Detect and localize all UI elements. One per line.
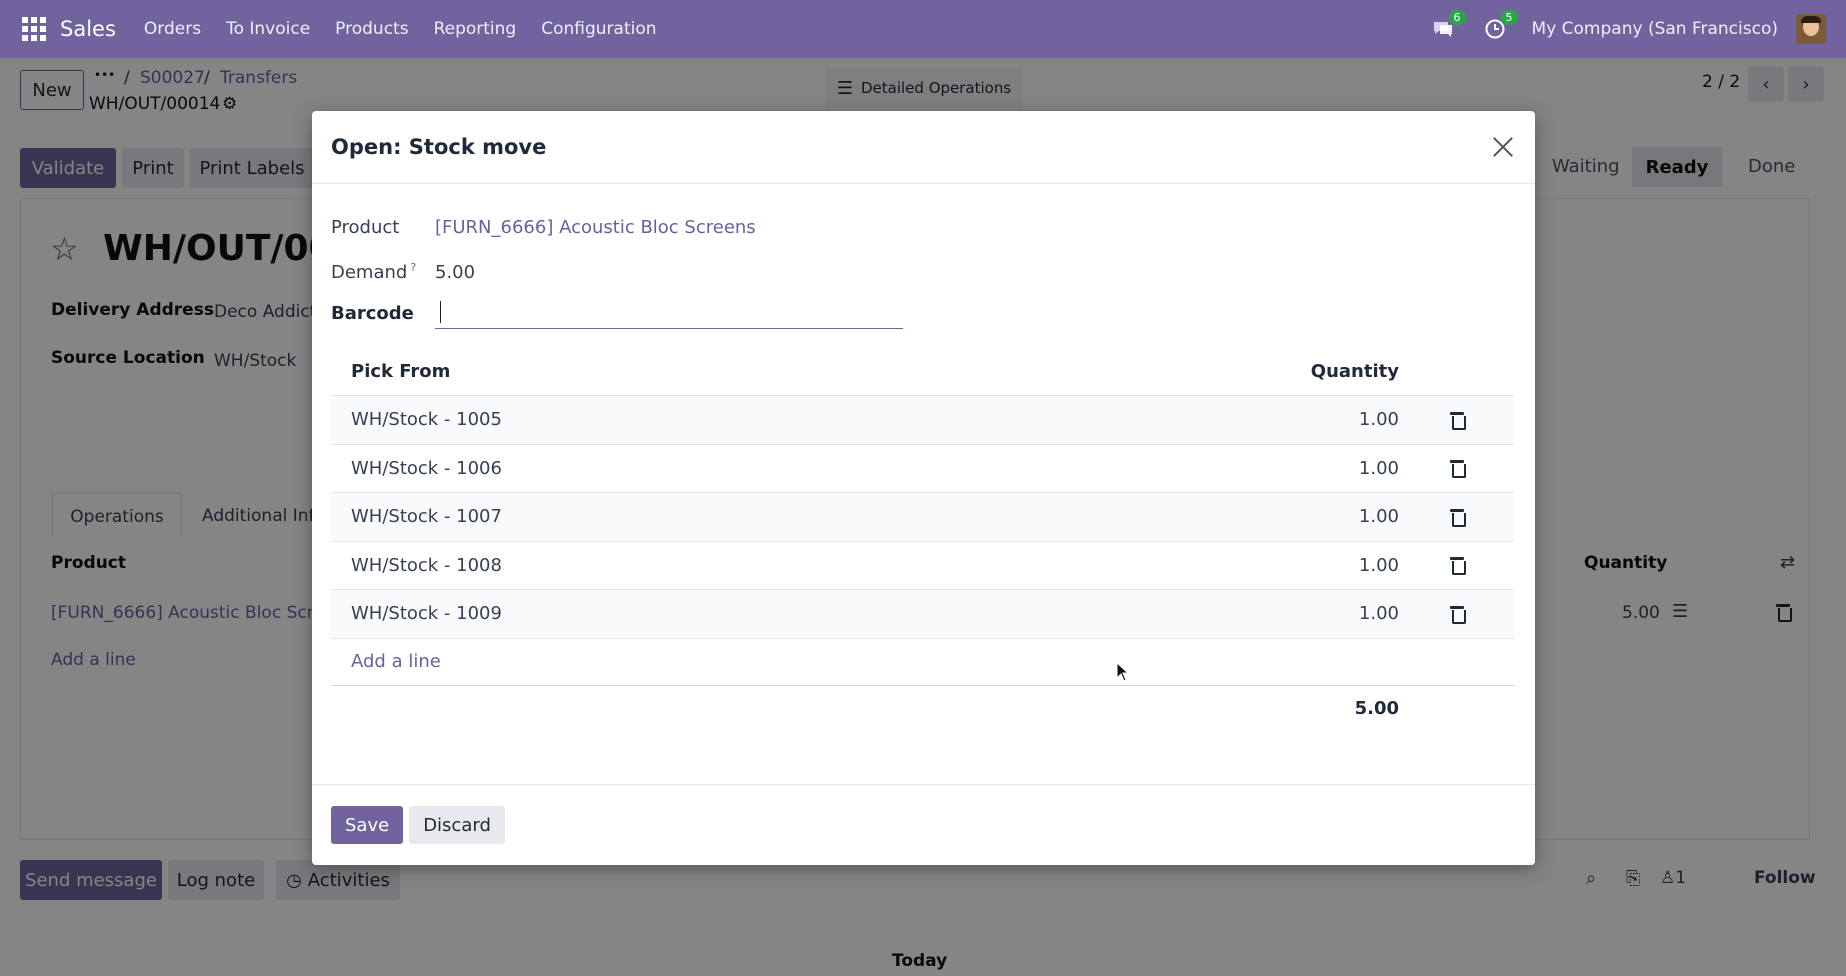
save-button[interactable]: Save <box>331 806 404 844</box>
product-label: Product <box>331 217 400 238</box>
dialog-footer: Save Discard <box>312 784 1535 865</box>
demand-value: 5.00 <box>435 261 476 283</box>
row-quantity[interactable]: 1.00 <box>1239 409 1399 430</box>
product-value[interactable]: [FURN_6666] Acoustic Bloc Screens <box>435 217 756 238</box>
row-quantity[interactable]: 1.00 <box>1239 506 1399 527</box>
trash-icon[interactable] <box>1449 557 1466 576</box>
table-header: Pick From Quantity <box>331 348 1514 396</box>
row-quantity[interactable]: 1.00 <box>1239 555 1399 576</box>
menu-products[interactable]: Products <box>335 19 408 39</box>
activities-badge: 5 <box>1500 10 1518 25</box>
col-pick-from[interactable]: Pick From <box>331 361 1239 382</box>
row-location: WH/Stock - 1006 <box>351 457 502 479</box>
app-brand[interactable]: Sales <box>60 17 116 41</box>
discard-button[interactable]: Discard <box>409 806 505 844</box>
demand-help-icon[interactable]: ? <box>410 261 416 274</box>
table-row[interactable]: WH/Stock - 1006 1.00 <box>331 445 1514 493</box>
company-switcher[interactable]: My Company (San Francisco) <box>1532 19 1778 39</box>
menu-reporting[interactable]: Reporting <box>434 19 517 39</box>
row-location: WH/Stock - 1009 <box>351 603 502 625</box>
menu-orders[interactable]: Orders <box>144 19 201 39</box>
messages-badge: 6 <box>1448 10 1466 25</box>
table-row[interactable]: WH/Stock - 1005 1.00 <box>331 396 1514 445</box>
barcode-input[interactable] <box>435 297 903 329</box>
demand-field: Demand? 5.00 <box>331 261 475 283</box>
mouse-cursor-icon <box>1116 662 1130 682</box>
row-quantity[interactable]: 1.00 <box>1239 458 1399 479</box>
demand-label: Demand? <box>331 261 435 283</box>
top-navbar: Sales Orders To Invoice Products Reporti… <box>0 0 1846 58</box>
table-row[interactable]: WH/Stock - 1008 1.00 <box>331 542 1514 590</box>
close-icon[interactable] <box>1489 133 1517 161</box>
add-line-link[interactable]: Add a line <box>351 651 441 672</box>
user-avatar[interactable] <box>1796 14 1826 44</box>
row-quantity[interactable]: 1.00 <box>1239 603 1399 624</box>
apps-menu-icon[interactable] <box>22 17 46 41</box>
activities-clock-icon[interactable]: 5 <box>1480 10 1518 44</box>
trash-icon[interactable] <box>1449 508 1466 527</box>
row-location: WH/Stock - 1007 <box>351 506 502 528</box>
menu-to-invoice[interactable]: To Invoice <box>226 19 310 39</box>
add-line-row: Add a line <box>331 639 1514 686</box>
demand-label-text: Demand <box>331 262 408 283</box>
dialog-header: Open: Stock move <box>312 111 1535 184</box>
total-quantity: 5.00 <box>1354 697 1399 719</box>
messages-icon[interactable]: 6 <box>1428 10 1466 44</box>
trash-icon[interactable] <box>1449 411 1466 430</box>
col-quantity[interactable]: Quantity <box>1239 361 1399 382</box>
table-row[interactable]: WH/Stock - 1009 1.00 <box>331 590 1514 639</box>
product-field: Product [FURN_6666] Acoustic Bloc Screen… <box>331 217 756 238</box>
pick-from-table: Pick From Quantity WH/Stock - 1005 1.00 … <box>331 348 1514 731</box>
row-location: WH/Stock - 1008 <box>351 554 502 576</box>
table-row[interactable]: WH/Stock - 1007 1.00 <box>331 493 1514 542</box>
trash-icon[interactable] <box>1449 460 1466 479</box>
barcode-label: Barcode <box>331 302 414 324</box>
table-footer: 5.00 <box>331 686 1514 731</box>
menu-configuration[interactable]: Configuration <box>541 19 656 39</box>
barcode-field: Barcode <box>331 297 903 329</box>
trash-icon[interactable] <box>1449 605 1466 624</box>
dialog-title: Open: Stock move <box>331 135 547 159</box>
row-location: WH/Stock - 1005 <box>351 409 502 431</box>
table-body: WH/Stock - 1005 1.00 WH/Stock - 1006 1.0… <box>331 396 1514 639</box>
text-caret <box>440 301 441 323</box>
stock-move-dialog: Open: Stock move Product [FURN_6666] Aco… <box>312 111 1535 865</box>
